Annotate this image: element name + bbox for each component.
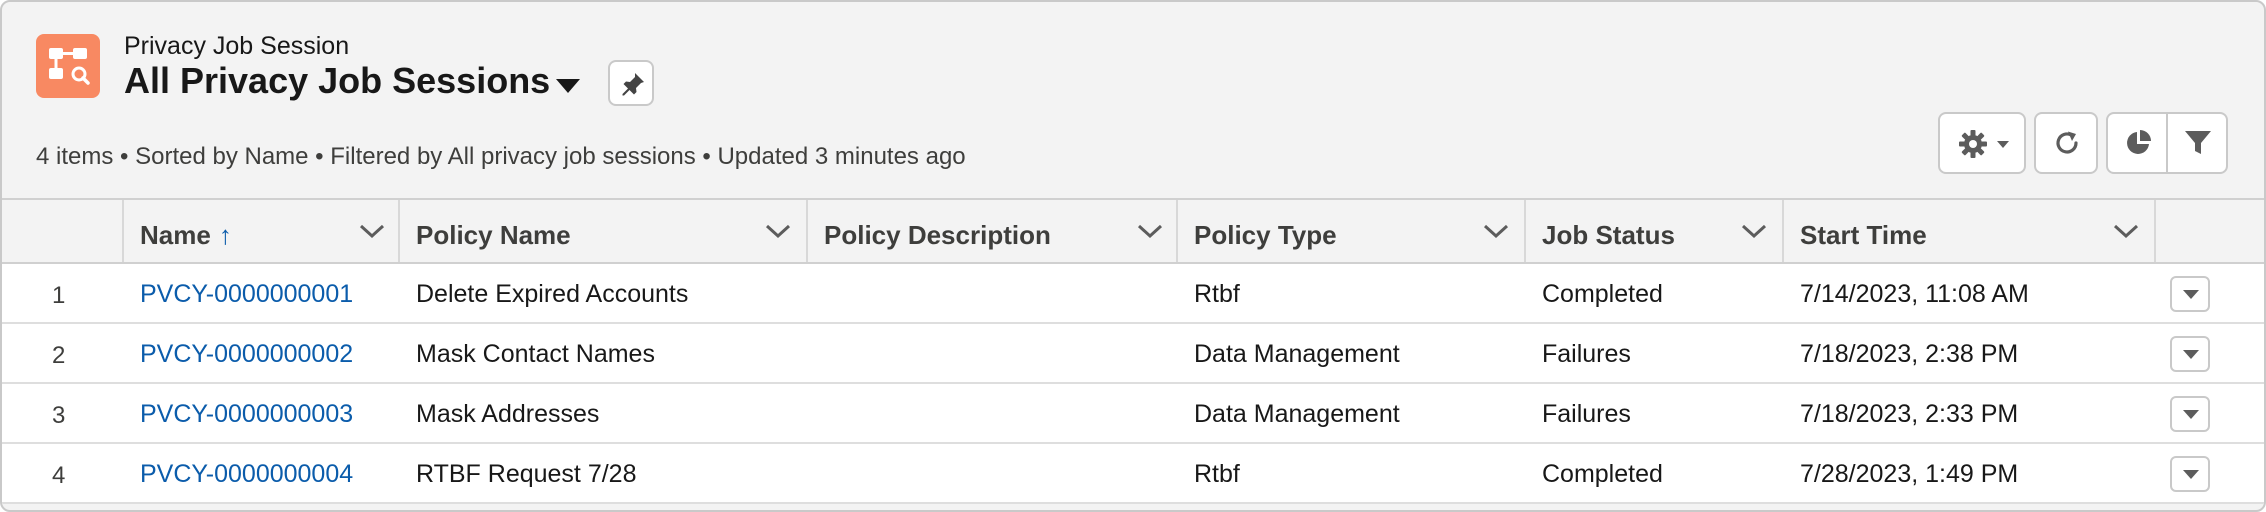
row-number: 4 <box>52 462 66 489</box>
column-label: Name <box>140 220 211 250</box>
policy-type-cell: Rtbf <box>1194 280 1240 308</box>
chevron-down-icon[interactable] <box>2112 222 2140 245</box>
policy-type-cell: Data Management <box>1194 400 1400 428</box>
record-name-link[interactable]: PVCY-0000000003 <box>140 400 353 429</box>
privacy-job-icon <box>36 34 100 98</box>
policy-type-cell: Rtbf <box>1194 460 1240 488</box>
list-view-header: Privacy Job Session All Privacy Job Sess… <box>2 2 2264 198</box>
column-header-job-status[interactable]: Job Status <box>1526 200 1784 262</box>
column-header-start-time[interactable]: Start Time <box>1784 200 2156 262</box>
policy-name-cell: RTBF Request 7/28 <box>416 460 637 488</box>
start-time-cell: 7/18/2023, 2:38 PM <box>1800 340 2019 368</box>
column-label: Start Time <box>1800 220 1927 250</box>
row-number: 3 <box>52 402 66 429</box>
chevron-down-icon[interactable] <box>1136 222 1164 245</box>
list-view-toolbar <box>1938 112 2228 174</box>
table-header: Name ↑ Policy Name Policy Description Po… <box>2 198 2264 264</box>
job-status-cell: Completed <box>1542 460 1663 488</box>
column-label: Policy Type <box>1194 220 1337 250</box>
column-header-policy-name[interactable]: Policy Name <box>400 200 808 262</box>
object-label: Privacy Job Session <box>124 32 350 60</box>
table-row: 2 PVCY-0000000002 Mask Contact Names Dat… <box>2 324 2264 384</box>
row-actions-button[interactable] <box>2170 276 2210 312</box>
list-view-meta: 4 items • Sorted by Name • Filtered by A… <box>36 143 966 170</box>
list-view-frame: Privacy Job Session All Privacy Job Sess… <box>0 0 2266 512</box>
job-status-cell: Failures <box>1542 400 1631 428</box>
start-time-cell: 7/28/2023, 1:49 PM <box>1800 460 2019 488</box>
policy-name-cell: Mask Contact Names <box>416 340 655 368</box>
column-label: Policy Description <box>824 220 1051 250</box>
row-actions-header <box>2156 200 2264 262</box>
pin-list-button[interactable] <box>608 60 654 106</box>
column-label: Policy Name <box>416 220 571 250</box>
job-status-cell: Completed <box>1542 280 1663 308</box>
column-header-policy-description[interactable]: Policy Description <box>808 200 1178 262</box>
chevron-down-icon[interactable] <box>1482 222 1510 245</box>
table-row: 1 PVCY-0000000001 Delete Expired Account… <box>2 264 2264 324</box>
row-number-header <box>2 200 124 262</box>
record-name-link[interactable]: PVCY-0000000002 <box>140 340 353 369</box>
policy-name-cell: Mask Addresses <box>416 400 600 428</box>
start-time-cell: 7/18/2023, 2:33 PM <box>1800 400 2019 428</box>
table-row: 4 PVCY-0000000004 RTBF Request 7/28 Rtbf… <box>2 444 2264 504</box>
list-view-title[interactable]: All Privacy Job Sessions <box>124 60 550 102</box>
column-header-name[interactable]: Name ↑ <box>124 200 400 262</box>
row-number: 1 <box>52 282 66 309</box>
table-row: 3 PVCY-0000000003 Mask Addresses Data Ma… <box>2 384 2264 444</box>
start-time-cell: 7/14/2023, 11:08 AM <box>1800 280 2029 308</box>
job-status-cell: Failures <box>1542 340 1631 368</box>
row-actions-button[interactable] <box>2170 396 2210 432</box>
chevron-down-icon[interactable] <box>764 222 792 245</box>
row-number: 2 <box>52 342 66 369</box>
column-label: Job Status <box>1542 220 1675 250</box>
record-name-link[interactable]: PVCY-0000000004 <box>140 460 353 489</box>
sort-ascending-icon: ↑ <box>218 220 232 250</box>
record-name-link[interactable]: PVCY-0000000001 <box>140 280 353 309</box>
filter-button[interactable] <box>2166 112 2228 174</box>
chevron-down-icon[interactable] <box>553 76 583 96</box>
list-settings-button[interactable] <box>1938 112 2026 174</box>
chevron-down-icon[interactable] <box>1740 222 1768 245</box>
refresh-button[interactable] <box>2034 112 2098 174</box>
column-header-policy-type[interactable]: Policy Type <box>1178 200 1526 262</box>
charts-button[interactable] <box>2106 112 2168 174</box>
row-actions-button[interactable] <box>2170 336 2210 372</box>
chevron-down-icon[interactable] <box>358 222 386 245</box>
policy-name-cell: Delete Expired Accounts <box>416 280 689 308</box>
row-actions-button[interactable] <box>2170 456 2210 492</box>
policy-type-cell: Data Management <box>1194 340 1400 368</box>
